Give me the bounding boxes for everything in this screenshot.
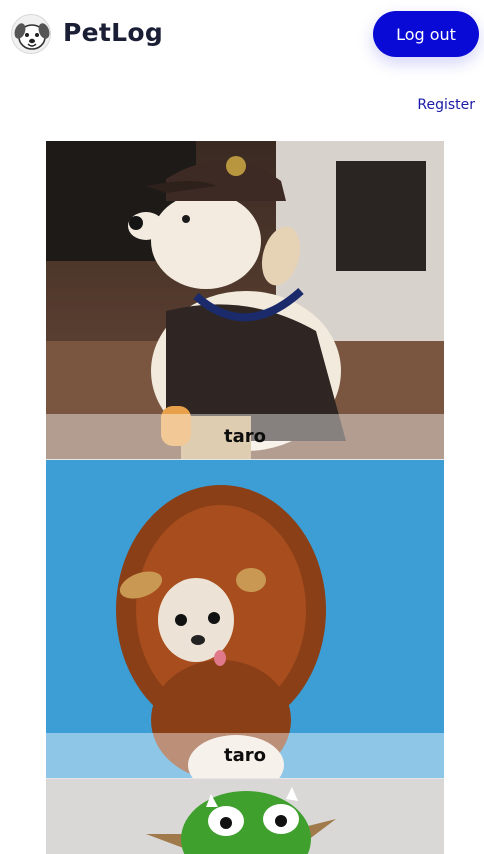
post-image	[46, 779, 444, 854]
logout-button[interactable]: Log out	[373, 11, 479, 57]
post-card[interactable]	[46, 779, 444, 854]
page: PetLog Log out Register taro taro	[0, 0, 484, 854]
app-header: PetLog Log out	[0, 0, 484, 70]
post-image	[46, 141, 444, 459]
post-card[interactable]: taro	[46, 141, 444, 460]
post-feed: taro taro	[46, 141, 444, 854]
post-caption: taro	[46, 414, 444, 459]
post-caption: taro	[46, 733, 444, 778]
post-image	[46, 460, 444, 778]
register-link[interactable]: Register	[417, 97, 475, 113]
dog-face-icon[interactable]	[11, 14, 51, 54]
post-card[interactable]: taro	[46, 460, 444, 779]
brand-title[interactable]: PetLog	[63, 18, 163, 47]
